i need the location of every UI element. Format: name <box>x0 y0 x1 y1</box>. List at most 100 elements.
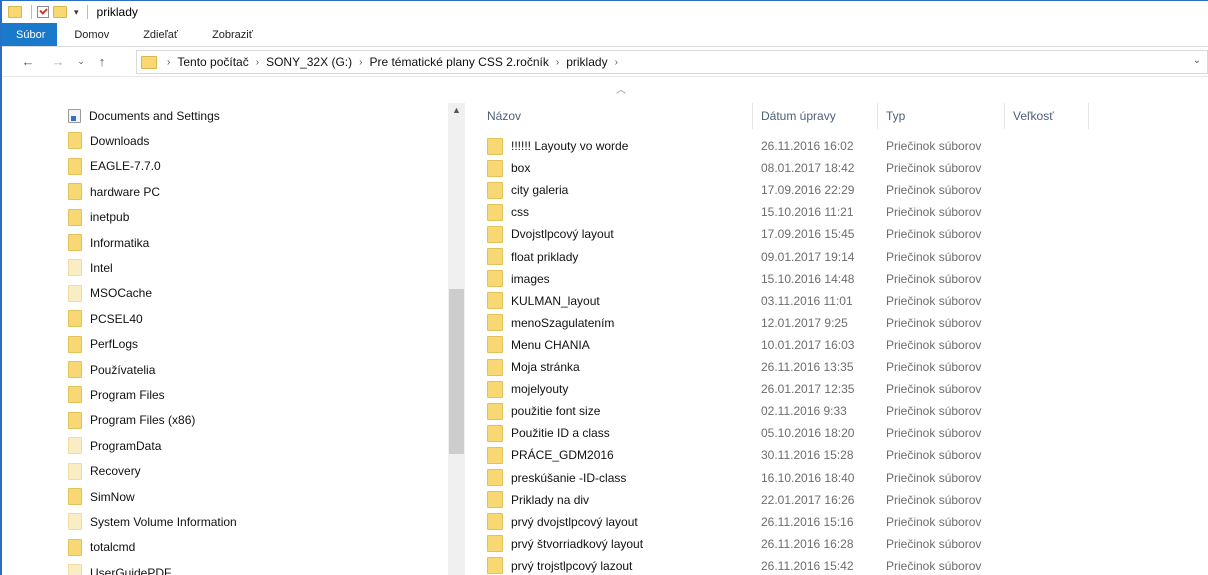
nav-item[interactable]: Program Files (x86) <box>68 408 195 433</box>
file-type: Priečinok súborov <box>886 183 982 198</box>
chevron-right-icon[interactable]: › <box>359 57 362 68</box>
file-row[interactable]: Priklady na div 22.01.2017 16:26 Priečinok… <box>472 489 1208 511</box>
nav-item-label: PCSEL40 <box>90 311 143 326</box>
nav-item[interactable]: PerfLogs <box>68 332 138 357</box>
column-header-name[interactable]: Názov <box>487 103 521 129</box>
nav-item[interactable]: Intel <box>68 255 113 280</box>
nav-item[interactable]: MSOCache <box>68 281 152 306</box>
file-row[interactable]: float priklady 09.01.2017 19:14 Priečinok … <box>472 246 1208 268</box>
file-type: Priečinok súborov <box>886 404 982 419</box>
file-date: 09.01.2017 19:14 <box>761 249 855 264</box>
nav-item[interactable]: System Volume Information <box>68 509 237 534</box>
column-header-size[interactable]: Veľkosť <box>1013 103 1054 129</box>
file-type: Priečinok súborov <box>886 448 982 463</box>
file-row[interactable]: box 08.01.2017 18:42 Priečinok súborov <box>472 157 1208 179</box>
nav-item[interactable]: Informatika <box>68 230 149 255</box>
nav-item[interactable]: UserGuidePDF <box>68 560 171 575</box>
file-row[interactable]: KULMAN_layout 03.11.2016 11:01 Priečinok s… <box>472 290 1208 312</box>
file-name: css <box>511 205 529 220</box>
column-divider[interactable] <box>1088 103 1089 129</box>
nav-item[interactable]: ProgramData <box>68 433 161 458</box>
folder-pale-icon <box>68 259 82 277</box>
file-row[interactable]: city galeria 17.09.2016 22:29 Priečinok sú… <box>472 179 1208 201</box>
breadcrumb-current[interactable]: priklady <box>566 55 607 69</box>
nav-scrollbar-thumb[interactable] <box>449 289 464 454</box>
column-divider[interactable] <box>752 103 753 129</box>
nav-item[interactable]: Používatelia <box>68 357 155 382</box>
file-date: 30.11.2016 15:28 <box>761 448 854 463</box>
scroll-up-icon[interactable]: ▲ <box>448 105 465 115</box>
chevron-right-icon[interactable]: › <box>167 57 170 68</box>
file-row[interactable]: Použitie ID a class 05.10.2016 18:20 Prieč… <box>472 422 1208 444</box>
folder-pale-icon <box>68 513 82 531</box>
properties-icon[interactable] <box>37 6 49 18</box>
navigation-pane: Documents and Settings Downloads EAGLE-7.7… <box>2 103 464 575</box>
breadcrumb-drive[interactable]: SONY_32X (G:) <box>266 55 352 69</box>
chevron-right-icon[interactable]: › <box>256 57 259 68</box>
column-header-date[interactable]: Dátum úpravy <box>761 103 836 129</box>
tab-home[interactable]: Domov <box>57 23 126 46</box>
file-name-cell: Menu CHANIA <box>487 334 590 356</box>
file-type: Priečinok súborov <box>886 249 982 264</box>
column-divider[interactable] <box>877 103 878 129</box>
file-row[interactable]: !!!!!! Layouty vo worde 26.11.2016 16:02 P… <box>472 135 1208 157</box>
file-date: 08.01.2017 18:42 <box>761 161 855 176</box>
folder-icon <box>487 203 503 221</box>
folder-icon <box>487 137 503 155</box>
column-header-type[interactable]: Typ <box>886 103 905 129</box>
nav-item[interactable]: SimNow <box>68 484 135 509</box>
file-type: Priečinok súborov <box>886 470 982 485</box>
file-type: Priečinok súborov <box>886 514 982 529</box>
nav-item[interactable]: EAGLE-7.7.0 <box>68 154 161 179</box>
tab-share[interactable]: Zdieľať <box>126 23 195 46</box>
file-row[interactable]: Moja stránka 26.11.2016 13:35 Priečinok sú… <box>472 356 1208 378</box>
file-date: 10.01.2017 16:03 <box>761 337 855 352</box>
nav-item[interactable]: Downloads <box>68 128 149 153</box>
nav-item-label: Informatika <box>90 235 150 250</box>
nav-item-label: SimNow <box>90 489 135 504</box>
file-row[interactable]: preskúšanie -ID-class 16.10.2016 18:40 Pri… <box>472 467 1208 489</box>
folder-icon <box>487 314 503 332</box>
chevron-right-icon[interactable]: › <box>556 57 559 68</box>
file-row[interactable]: Dvojstlpcový layout 17.09.2016 15:45 Prieč… <box>472 223 1208 245</box>
file-name-cell: PRÁCE_GDM2016 <box>487 444 614 466</box>
recent-locations-icon[interactable]: ⌄ <box>74 56 88 67</box>
file-row[interactable]: images 15.10.2016 14:48 Priečinok súborov <box>472 268 1208 290</box>
column-divider[interactable] <box>1004 103 1005 129</box>
file-row[interactable]: PRÁCE_GDM2016 30.11.2016 15:28 Priečinok s… <box>472 444 1208 466</box>
tab-file[interactable]: Súbor <box>2 23 58 46</box>
tab-view[interactable]: Zobraziť <box>195 23 270 46</box>
file-type: Priečinok súborov <box>886 205 982 220</box>
file-row[interactable]: použitie font size 02.11.2016 9:33 Priečin… <box>472 400 1208 422</box>
file-row[interactable]: prvý dvojstlpcový layout 26.11.2016 15:16… <box>472 511 1208 533</box>
breadcrumb-this-pc[interactable]: Tento počítač <box>177 55 248 69</box>
nav-item[interactable]: Documents and Settings <box>68 103 220 128</box>
file-row[interactable]: css 15.10.2016 11:21 Priečinok súborov <box>472 201 1208 223</box>
file-row[interactable]: mojelyouty 26.01.2017 12:35 Priečinok súbo… <box>472 378 1208 400</box>
forward-icon[interactable]: → <box>48 54 68 69</box>
address-box[interactable]: › Tento počítač › SONY_32X (G:) › Pre té… <box>136 50 1208 74</box>
file-name: !!!!!! Layouty vo worde <box>511 139 629 153</box>
chevron-right-icon[interactable]: › <box>615 57 618 68</box>
nav-item[interactable]: inetpub <box>68 205 129 230</box>
sort-ascending-icon: ︿ <box>616 85 626 96</box>
nav-item[interactable]: Recovery <box>68 459 141 484</box>
breadcrumb-folder[interactable]: Pre tématické plany CSS 2.ročník <box>369 55 548 69</box>
back-icon[interactable]: ← <box>18 54 38 69</box>
chevron-down-icon[interactable]: ⌄ <box>1193 55 1201 66</box>
file-row[interactable]: Menu CHANIA 10.01.2017 16:03 Priečinok súb… <box>472 334 1208 356</box>
file-row[interactable]: prvý štvorriadkový layout 26.11.2016 16:2… <box>472 533 1208 555</box>
nav-item[interactable]: Program Files <box>68 382 165 407</box>
window-title: priklady <box>96 5 138 19</box>
nav-item[interactable]: hardware PC <box>68 179 160 204</box>
separator <box>86 5 88 19</box>
nav-item[interactable]: PCSEL40 <box>68 306 143 331</box>
file-row[interactable]: prvý trojstlpcový lazout 26.11.2016 15:42… <box>472 555 1208 575</box>
customize-toolbar-icon[interactable]: ▾ <box>74 7 79 18</box>
file-date: 26.11.2016 15:42 <box>761 558 854 573</box>
new-folder-icon[interactable] <box>53 6 67 18</box>
nav-item[interactable]: totalcmd <box>68 535 135 560</box>
up-icon[interactable]: ↑ <box>92 54 112 69</box>
file-name: PRÁCE_GDM2016 <box>511 448 614 463</box>
file-row[interactable]: menoSzagulatením 12.01.2017 9:25 Priečinok… <box>472 312 1208 334</box>
